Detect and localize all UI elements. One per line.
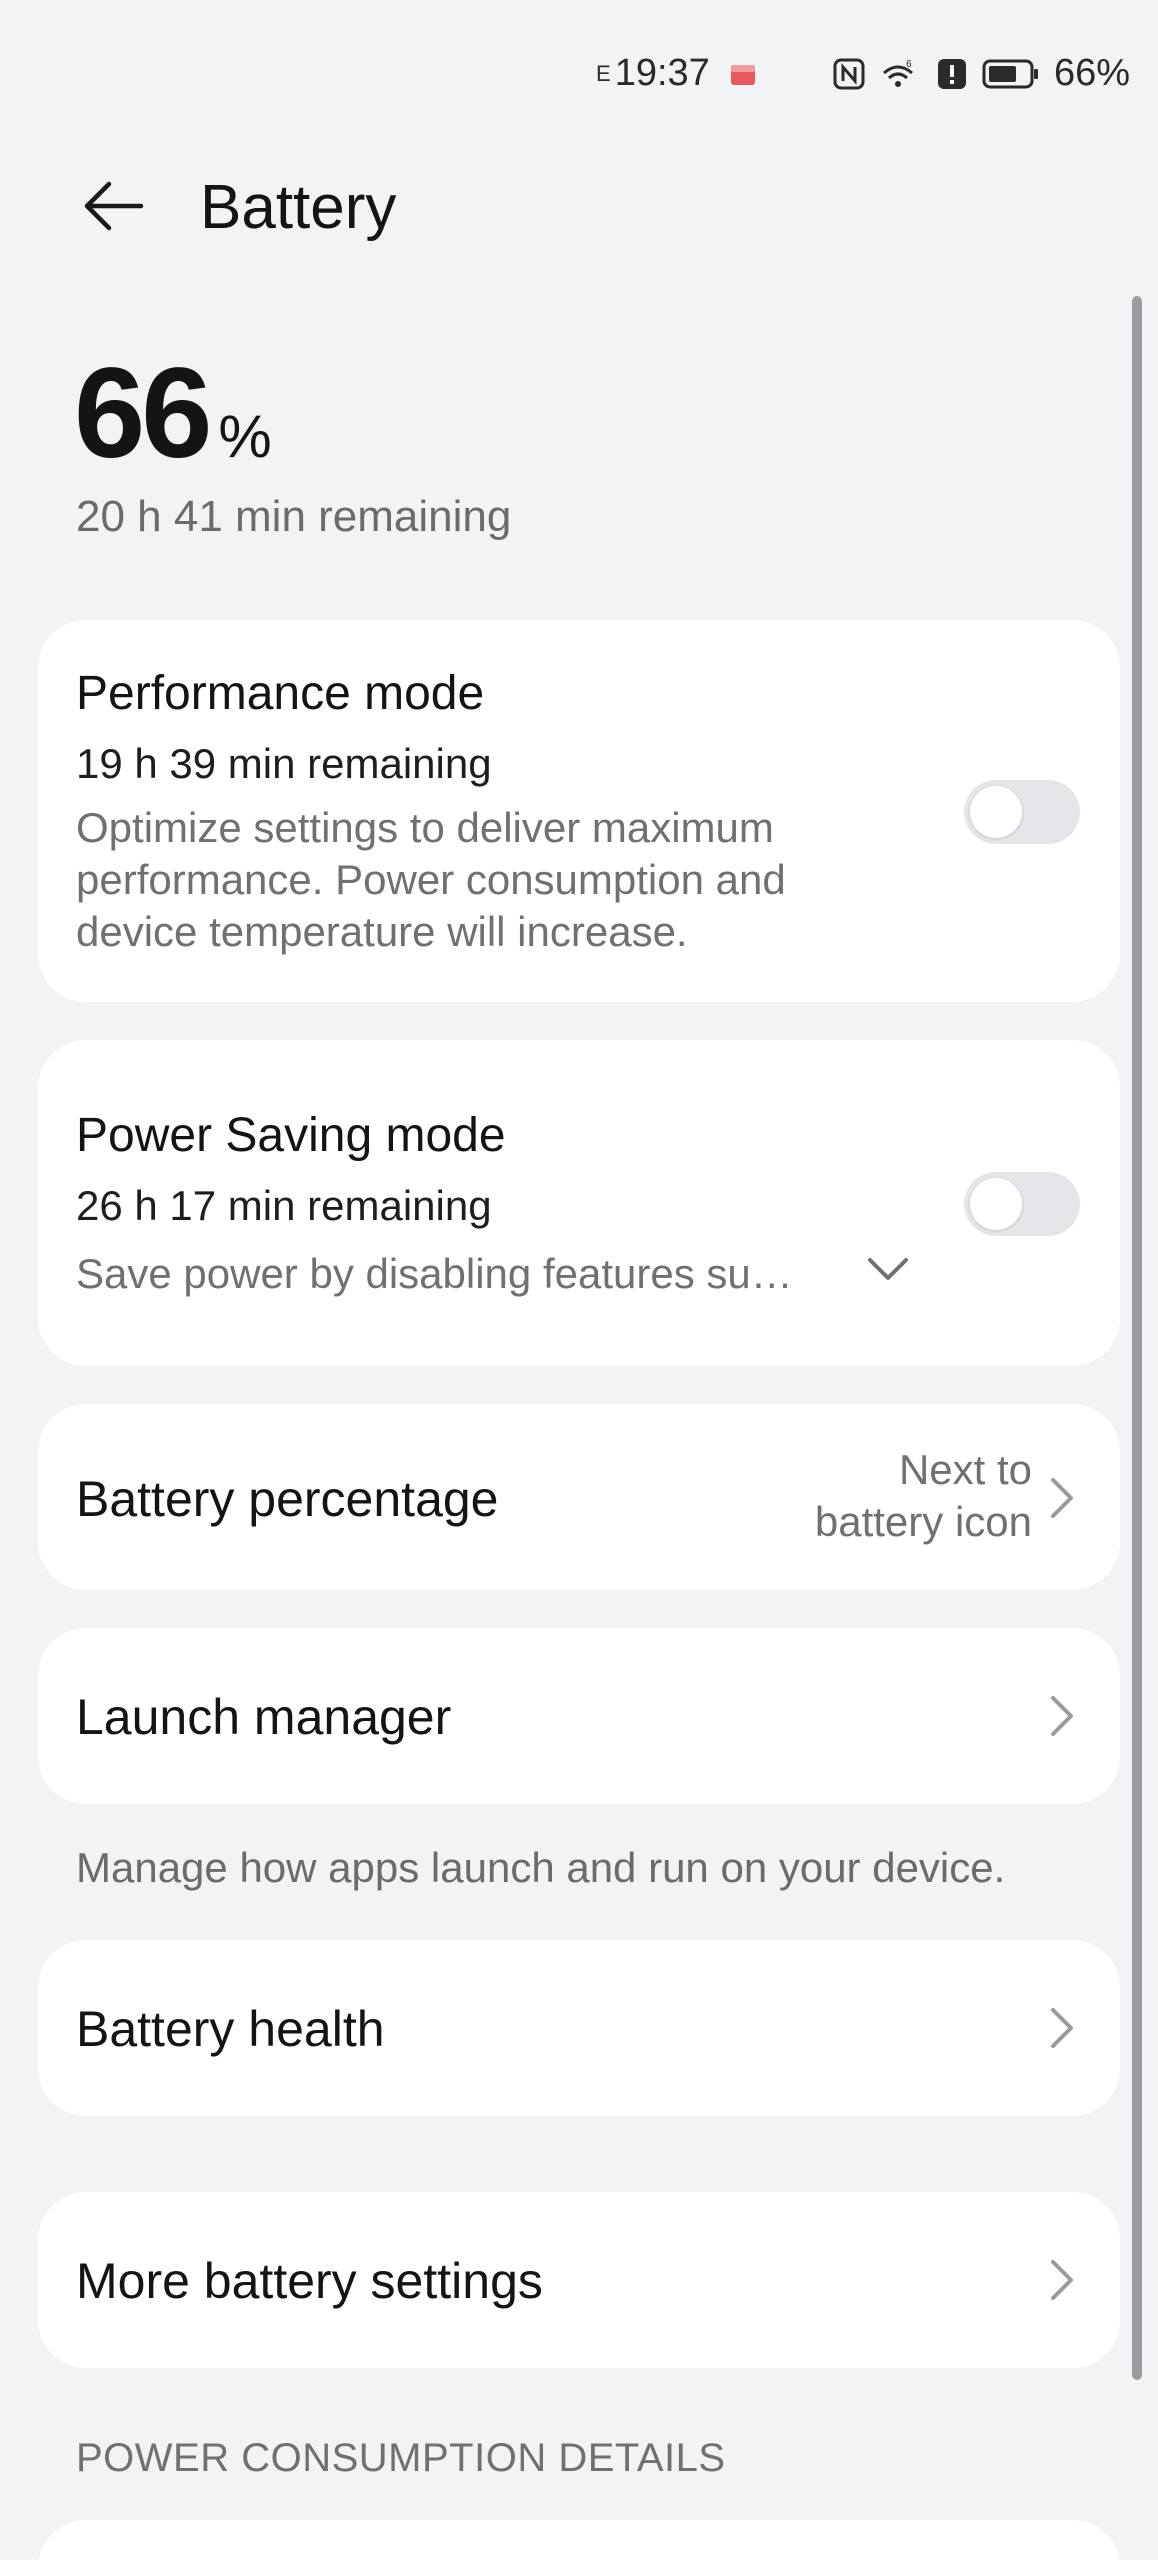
status-bar-right: 6 66% bbox=[832, 52, 1130, 95]
status-battery-percent: 66% bbox=[1054, 52, 1131, 94]
power-consumption-section-header: POWER CONSUMPTION DETAILS bbox=[76, 2436, 726, 2480]
power-consumption-card[interactable] bbox=[38, 2520, 1120, 2560]
battery-percentage-value-line: Next to bbox=[898, 1446, 1032, 1493]
performance-mode-toggle[interactable] bbox=[964, 780, 1080, 844]
battery-level-symbol: % bbox=[218, 403, 272, 470]
battery-percentage-value-line: battery icon bbox=[814, 1498, 1032, 1545]
power-saving-mode-remaining: 26 h 17 min remaining bbox=[76, 1182, 492, 1229]
performance-mode-card[interactable]: Performance mode 19 h 39 min remaining O… bbox=[38, 620, 1120, 1002]
battery-level-number: 66 bbox=[74, 342, 212, 485]
battery-icon bbox=[982, 59, 1038, 88]
performance-mode-desc-line: Optimize settings to deliver maximum bbox=[76, 804, 774, 851]
chevron-right-icon bbox=[1051, 2008, 1073, 2048]
back-arrow-icon bbox=[84, 181, 144, 231]
performance-mode-remaining: 19 h 39 min remaining bbox=[76, 740, 492, 787]
performance-mode-desc-line: device temperature will increase. bbox=[76, 908, 688, 955]
chevron-right-icon bbox=[1051, 2260, 1073, 2300]
performance-mode-title: Performance mode bbox=[76, 667, 485, 720]
performance-mode-description: Optimize settings to deliver maximum per… bbox=[76, 802, 896, 958]
status-bar-left: E 19:37 bbox=[596, 52, 758, 95]
power-saving-mode-title: Power Saving mode bbox=[76, 1109, 506, 1162]
power-saving-mode-card[interactable]: Power Saving mode 26 h 17 min remaining … bbox=[38, 1040, 1120, 1366]
power-saving-mode-toggle[interactable] bbox=[964, 1172, 1080, 1236]
launch-manager-title: Launch manager bbox=[76, 1689, 452, 1745]
page-title: Battery bbox=[200, 173, 397, 242]
battery-remaining-time: 20 h 41 min remaining bbox=[76, 492, 512, 541]
more-battery-settings-row[interactable]: More battery settings bbox=[38, 2192, 1120, 2368]
performance-mode-desc-line: performance. Power consumption and bbox=[76, 856, 786, 903]
battery-health-title: Battery health bbox=[76, 2001, 385, 2057]
power-saving-mode-description: Save power by disabling features su… bbox=[76, 1250, 793, 1297]
more-battery-settings-title: More battery settings bbox=[76, 2253, 543, 2309]
toggle-knob bbox=[970, 1178, 1022, 1230]
chevron-right-icon bbox=[1051, 1696, 1073, 1736]
launch-manager-row[interactable]: Launch manager bbox=[38, 1628, 1120, 1804]
chevron-down-icon[interactable] bbox=[866, 1254, 910, 1284]
chevron-right-icon bbox=[1051, 1478, 1073, 1518]
toggle-knob bbox=[970, 786, 1022, 838]
alert-icon bbox=[938, 58, 966, 89]
battery-health-row[interactable]: Battery health bbox=[38, 1940, 1120, 2116]
launch-manager-note: Manage how apps launch and run on your d… bbox=[76, 1844, 1006, 1891]
scrollbar[interactable] bbox=[1132, 296, 1142, 2380]
battery-percentage-row[interactable]: Battery percentage Next to battery icon bbox=[38, 1404, 1120, 1590]
wifi-icon: 6 bbox=[883, 59, 913, 87]
battery-percentage-value: Next to battery icon bbox=[732, 1444, 1032, 1548]
back-button[interactable] bbox=[74, 168, 150, 244]
battery-level-display: 66 % bbox=[74, 340, 272, 487]
battery-percentage-title: Battery percentage bbox=[76, 1471, 499, 1527]
network-type-mark: E bbox=[596, 60, 611, 86]
status-time: 19:37 bbox=[614, 52, 710, 94]
nfc-icon bbox=[833, 58, 865, 89]
battery-settings-screen: E 19:37 6 66% Battery 66 % 20 h 41 min r… bbox=[0, 0, 1158, 2560]
notification-app-icon bbox=[730, 64, 755, 85]
